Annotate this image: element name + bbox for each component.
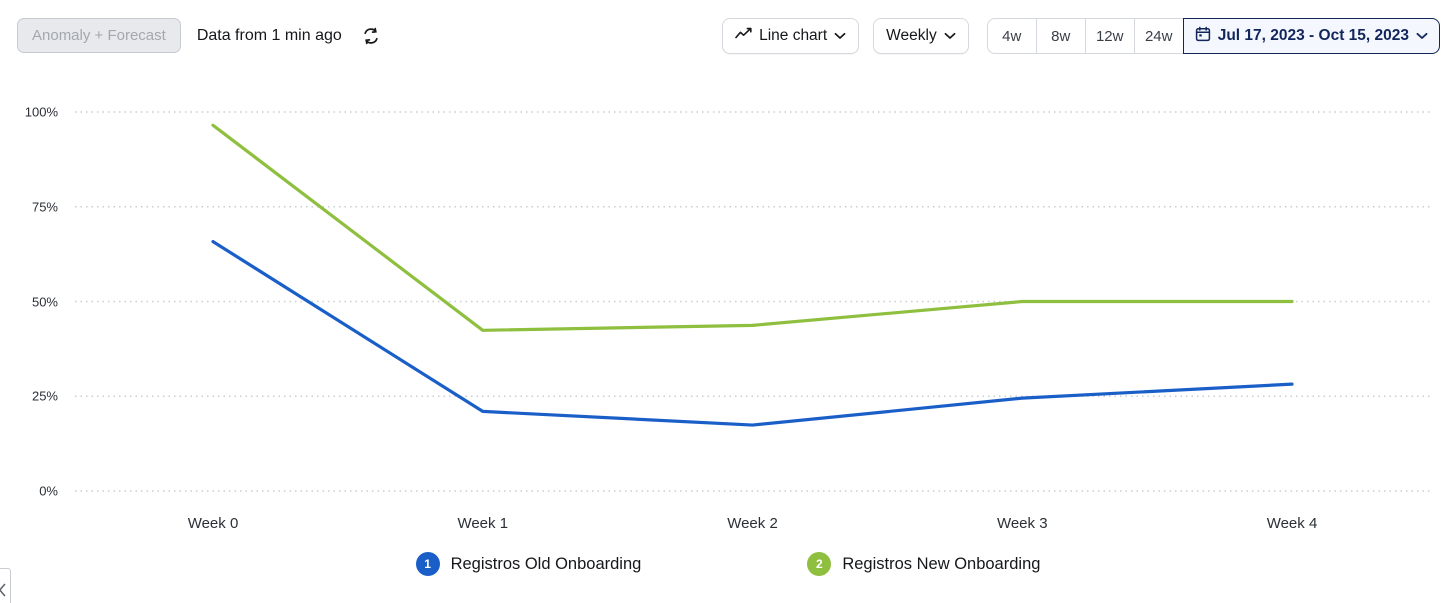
chart-legend: 1 Registros Old Onboarding 2 Registros N…	[0, 552, 1456, 576]
legend-item-series-1[interactable]: 1 Registros Old Onboarding	[415, 552, 642, 576]
chevron-down-icon	[944, 27, 956, 45]
chevron-down-icon	[1416, 27, 1428, 45]
y-axis-tick-label: 75%	[31, 199, 58, 215]
range-option-4w[interactable]: 4w	[986, 18, 1036, 54]
series-line-1[interactable]	[211, 240, 1294, 427]
chevron-down-icon	[834, 27, 846, 45]
calendar-icon	[1195, 26, 1211, 47]
legend-label-series-2: Registros New Onboarding	[842, 554, 1041, 573]
chart-toolbar: Anomaly + Forecast Data from 1 min ago L…	[0, 0, 1456, 71]
y-axis-tick-label: 100%	[24, 104, 58, 120]
anomaly-forecast-button[interactable]: Anomaly + Forecast	[17, 18, 181, 53]
y-axis-tick-label: 25%	[31, 388, 58, 404]
data-freshness-label: Data from 1 min ago	[196, 26, 342, 44]
chart-type-dropdown[interactable]: Line chart	[722, 18, 860, 54]
legend-label-series-1: Registros Old Onboarding	[450, 554, 642, 573]
y-axis-tick-label: 0%	[39, 483, 58, 499]
series-line-2[interactable]	[211, 123, 1294, 332]
line-chart-icon	[735, 27, 752, 46]
y-axis-tick-label: 50%	[31, 294, 58, 309]
x-axis-tick-label: Week 1	[457, 515, 509, 532]
date-range-picker[interactable]: Jul 17, 2023 - Oct 15, 2023	[1182, 18, 1440, 54]
chart-dashboard: Anomaly + Forecast Data from 1 min ago L…	[0, 0, 1456, 603]
granularity-label: Weekly	[886, 27, 937, 44]
chart-svg	[75, 111, 1432, 492]
granularity-dropdown[interactable]: Weekly	[873, 18, 969, 54]
x-axis-tick-label: Week 3	[996, 515, 1048, 532]
chart-plot-area: 0% 25% 50% 75% 100% Week 0 Week 1 Week 2 Week 3…	[0, 71, 1456, 603]
legend-badge-2: 2	[807, 552, 832, 576]
x-axis-tick-label: Week 2	[727, 515, 778, 532]
range-segmented-control: 4w 8w 12w 24w Jul 17, 2023 - Oct 15, 202…	[986, 18, 1440, 54]
legend-item-series-2[interactable]: 2 Registros New Onboarding	[807, 552, 1040, 576]
range-option-8w[interactable]: 8w	[1035, 18, 1085, 54]
x-axis-tick-label: Week 0	[187, 515, 239, 532]
toolbar-left-group: Anomaly + Forecast Data from 1 min ago	[0, 18, 384, 53]
toolbar-right-group: Line chart Weekly 4w 8w 12w 24w Jul 17, …	[722, 18, 1440, 54]
chart-type-label: Line chart	[759, 27, 828, 44]
x-axis-tick-label: Week 4	[1266, 515, 1318, 532]
date-range-label: Jul 17, 2023 - Oct 15, 2023	[1217, 27, 1409, 44]
chart-series-lines	[211, 123, 1294, 427]
range-option-24w[interactable]: 24w	[1133, 18, 1183, 54]
range-option-12w[interactable]: 12w	[1084, 18, 1134, 54]
legend-badge-1: 1	[415, 552, 440, 576]
refresh-icon[interactable]	[358, 23, 384, 49]
chevron-left-icon	[0, 583, 6, 597]
